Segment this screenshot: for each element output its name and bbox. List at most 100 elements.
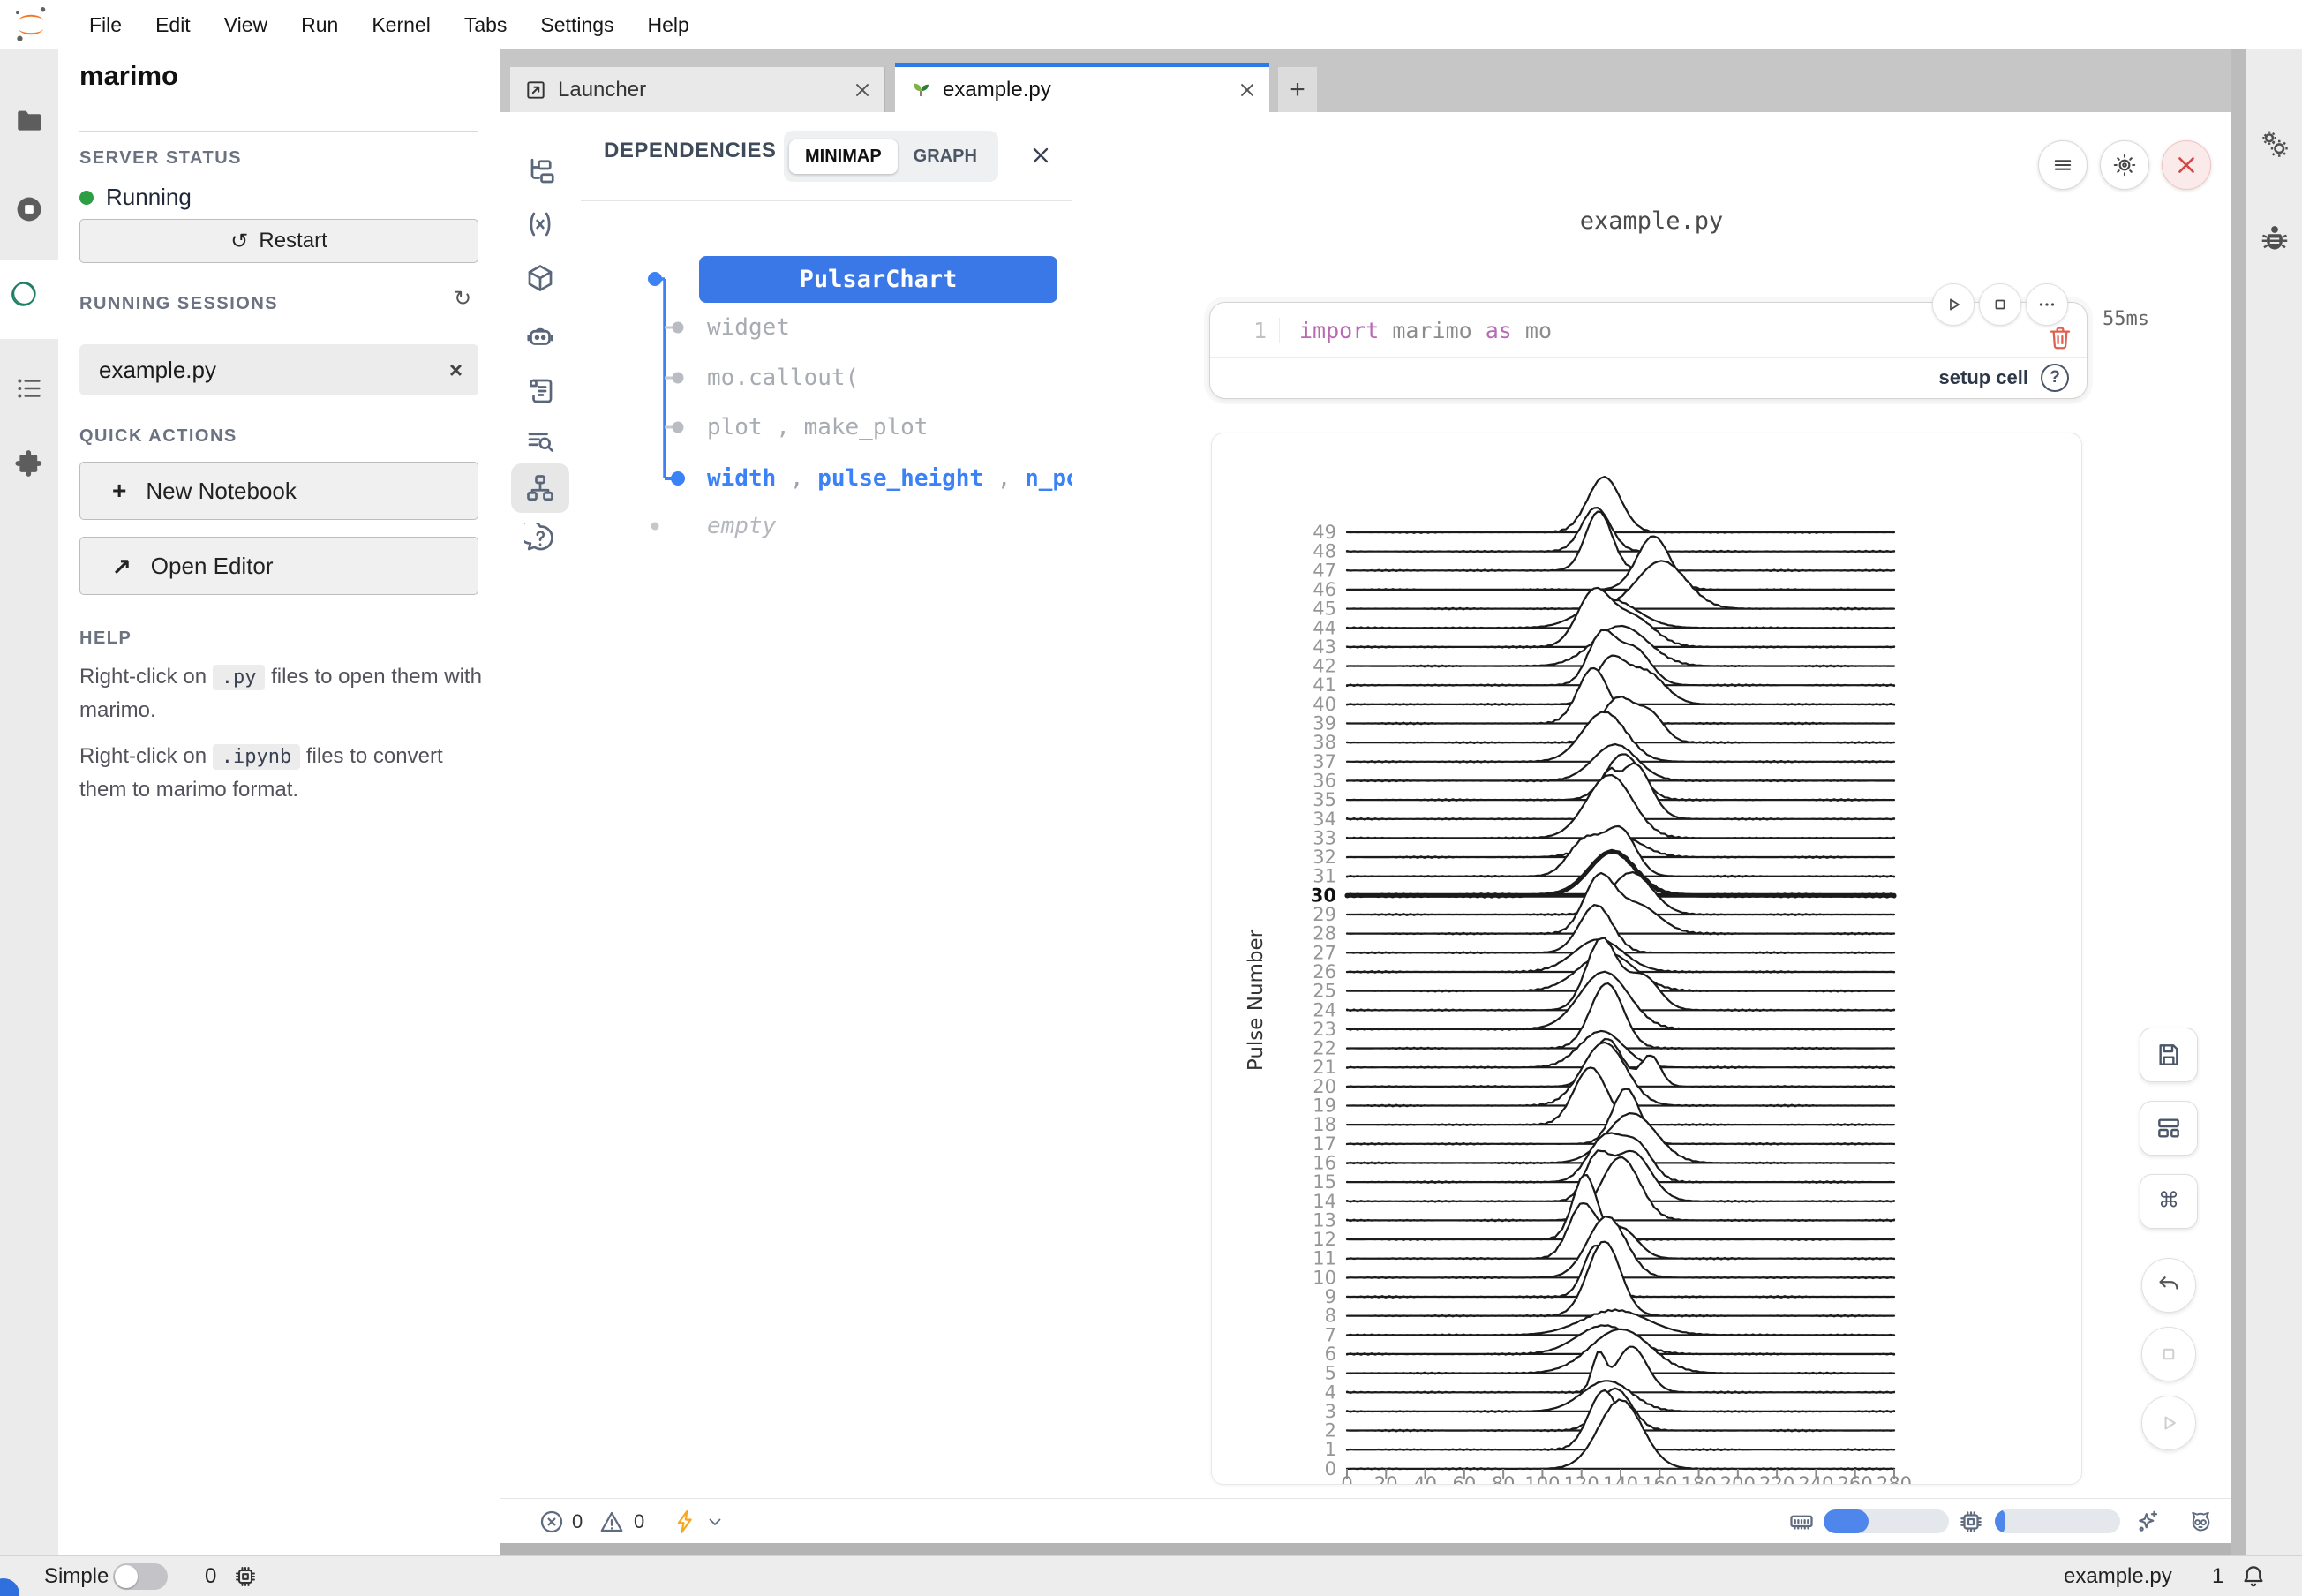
ai-sparkle-icon[interactable]: [2134, 1509, 2161, 1535]
dependency-graph-icon: [524, 472, 556, 504]
lightning-icon[interactable]: [673, 1509, 699, 1535]
svg-text:46: 46: [1313, 579, 1336, 600]
layout-icon: [2155, 1114, 2183, 1142]
window-status-bar: Simple 0 example.py 1: [0, 1555, 2302, 1596]
tab-launcher[interactable]: Launcher: [510, 67, 885, 112]
svg-text:120: 120: [1564, 1473, 1599, 1485]
svg-text:220: 220: [1759, 1473, 1794, 1485]
logs-icon: [524, 375, 556, 407]
menu-bar: FileEditViewRunKernelTabsSettingsHelp: [0, 0, 2302, 50]
toolbar-ai-assistant-button[interactable]: [511, 312, 569, 362]
tree-item-pulsarchart[interactable]: PulsarChart: [699, 256, 1057, 303]
dock-bottom-edge: [500, 1543, 2231, 1555]
errors-icon[interactable]: [538, 1509, 565, 1535]
py-extension-chip: .py: [213, 665, 266, 690]
close-tab-icon[interactable]: [1238, 80, 1257, 100]
new-notebook-button[interactable]: + New Notebook: [79, 462, 478, 520]
kernel-count: 0: [205, 1556, 216, 1596]
svg-text:37: 37: [1313, 751, 1336, 772]
delete-cell-icon[interactable]: [2046, 324, 2074, 352]
svg-text:12: 12: [1313, 1229, 1336, 1250]
restart-button[interactable]: ↺ Restart: [79, 219, 478, 263]
stop-cell-button[interactable]: [1979, 283, 2021, 326]
restart-label: Restart: [259, 229, 327, 253]
svg-text:6: 6: [1325, 1344, 1336, 1365]
sidebar-item-table-of-contents[interactable]: [0, 362, 58, 415]
new-tab-button[interactable]: +: [1278, 67, 1317, 112]
simple-mode-toggle[interactable]: [113, 1563, 168, 1590]
help-circle-icon[interactable]: ?: [2041, 364, 2069, 392]
session-item[interactable]: example.py ×: [79, 344, 478, 395]
svg-text:44: 44: [1313, 617, 1336, 638]
layout-button[interactable]: [2140, 1101, 2198, 1156]
menu-item-kernel[interactable]: Kernel: [355, 0, 447, 49]
marimo-assistant-icon[interactable]: [2187, 1509, 2214, 1535]
svg-text:5: 5: [1325, 1363, 1336, 1384]
menu-item-edit[interactable]: Edit: [139, 0, 207, 49]
toolbar-packages-button[interactable]: [511, 253, 569, 303]
kernel-chip-icon[interactable]: [233, 1564, 258, 1589]
gear-icon: [2112, 153, 2137, 177]
keyboard-shortcuts-button[interactable]: ⌘: [2140, 1174, 2198, 1229]
session-name: example.py: [99, 357, 216, 384]
cell-menu-button[interactable]: [2038, 140, 2088, 190]
chevron-down-icon[interactable]: [704, 1509, 726, 1535]
svg-text:29: 29: [1313, 904, 1336, 925]
sidebar-item-extensions[interactable]: [0, 437, 58, 490]
save-button[interactable]: [2140, 1028, 2198, 1082]
menu-item-file[interactable]: File: [72, 0, 139, 49]
code-line[interactable]: import marimo as mo: [1280, 318, 1552, 343]
toolbar-file-tree-button[interactable]: [511, 147, 569, 196]
interrupt-button[interactable]: [2141, 1327, 2196, 1381]
more-actions-button[interactable]: [2026, 283, 2068, 326]
toolbar-logs-button[interactable]: [511, 366, 569, 416]
sidebar-item-marimo[interactable]: [0, 260, 58, 339]
toolbar-help-button[interactable]: [511, 514, 569, 563]
setup-cell-label: setup cell: [1939, 366, 2028, 389]
tree-item-widget[interactable]: widget: [707, 311, 790, 344]
svg-text:23: 23: [1313, 1019, 1336, 1040]
close-tab-icon[interactable]: [853, 80, 872, 100]
tree-item-empty[interactable]: empty: [707, 509, 776, 543]
tree-item-mo-callout[interactable]: mo.callout(: [707, 361, 859, 395]
shutdown-button[interactable]: [2162, 140, 2211, 190]
sidebar-item-file-browser[interactable]: [0, 94, 58, 147]
menu-item-tabs[interactable]: Tabs: [448, 0, 524, 49]
notebook-settings-button[interactable]: [2100, 140, 2149, 190]
toolbar-dependency-graph-button[interactable]: [511, 463, 569, 513]
run-cell-button[interactable]: [1932, 283, 1975, 326]
warnings-icon[interactable]: [598, 1509, 625, 1535]
tree-item-width-pulse-height[interactable]: width , pulse_height , n_poi: [707, 462, 1094, 495]
sidebar-item-running-terminals[interactable]: [0, 183, 58, 236]
toolbar-outline-search-button[interactable]: [511, 417, 569, 466]
toc-icon: [14, 373, 44, 403]
tab-example-py[interactable]: example.py: [895, 63, 1269, 112]
undo-button[interactable]: [2141, 1258, 2196, 1313]
property-inspector-tab[interactable]: [2246, 117, 2302, 170]
warning-count: 0: [634, 1510, 644, 1533]
debugger-tab[interactable]: [2246, 211, 2302, 264]
menu-item-run[interactable]: Run: [284, 0, 355, 49]
toolbar-variables-button[interactable]: [511, 200, 569, 249]
close-session-icon[interactable]: ×: [449, 357, 463, 384]
bug-icon: [2259, 222, 2291, 253]
help-bubble-icon: [524, 523, 556, 554]
right-activity-bar: [2246, 49, 2302, 1555]
refresh-sessions-icon[interactable]: ↻: [454, 286, 471, 312]
svg-text:26: 26: [1313, 961, 1336, 982]
current-file-label: example.py: [2064, 1556, 2172, 1596]
run-all-button[interactable]: [2141, 1396, 2196, 1450]
menu-item-settings[interactable]: Settings: [523, 0, 630, 49]
panel-status-bar: 0 0: [500, 1498, 2231, 1544]
cell-runtime: 55ms: [2103, 308, 2149, 330]
ellipsis-icon: [2035, 293, 2058, 316]
menu-item-help[interactable]: Help: [631, 0, 706, 49]
open-editor-button[interactable]: ↗ Open Editor: [79, 537, 478, 595]
menu-item-view[interactable]: View: [207, 0, 284, 49]
bell-icon[interactable]: [2240, 1563, 2267, 1590]
svg-text:15: 15: [1313, 1171, 1336, 1193]
svg-text:43: 43: [1313, 636, 1336, 658]
tree-item-plot-make-plot[interactable]: plot , make_plot: [707, 410, 928, 444]
new-notebook-label: New Notebook: [146, 478, 297, 505]
svg-text:40: 40: [1413, 1473, 1437, 1485]
